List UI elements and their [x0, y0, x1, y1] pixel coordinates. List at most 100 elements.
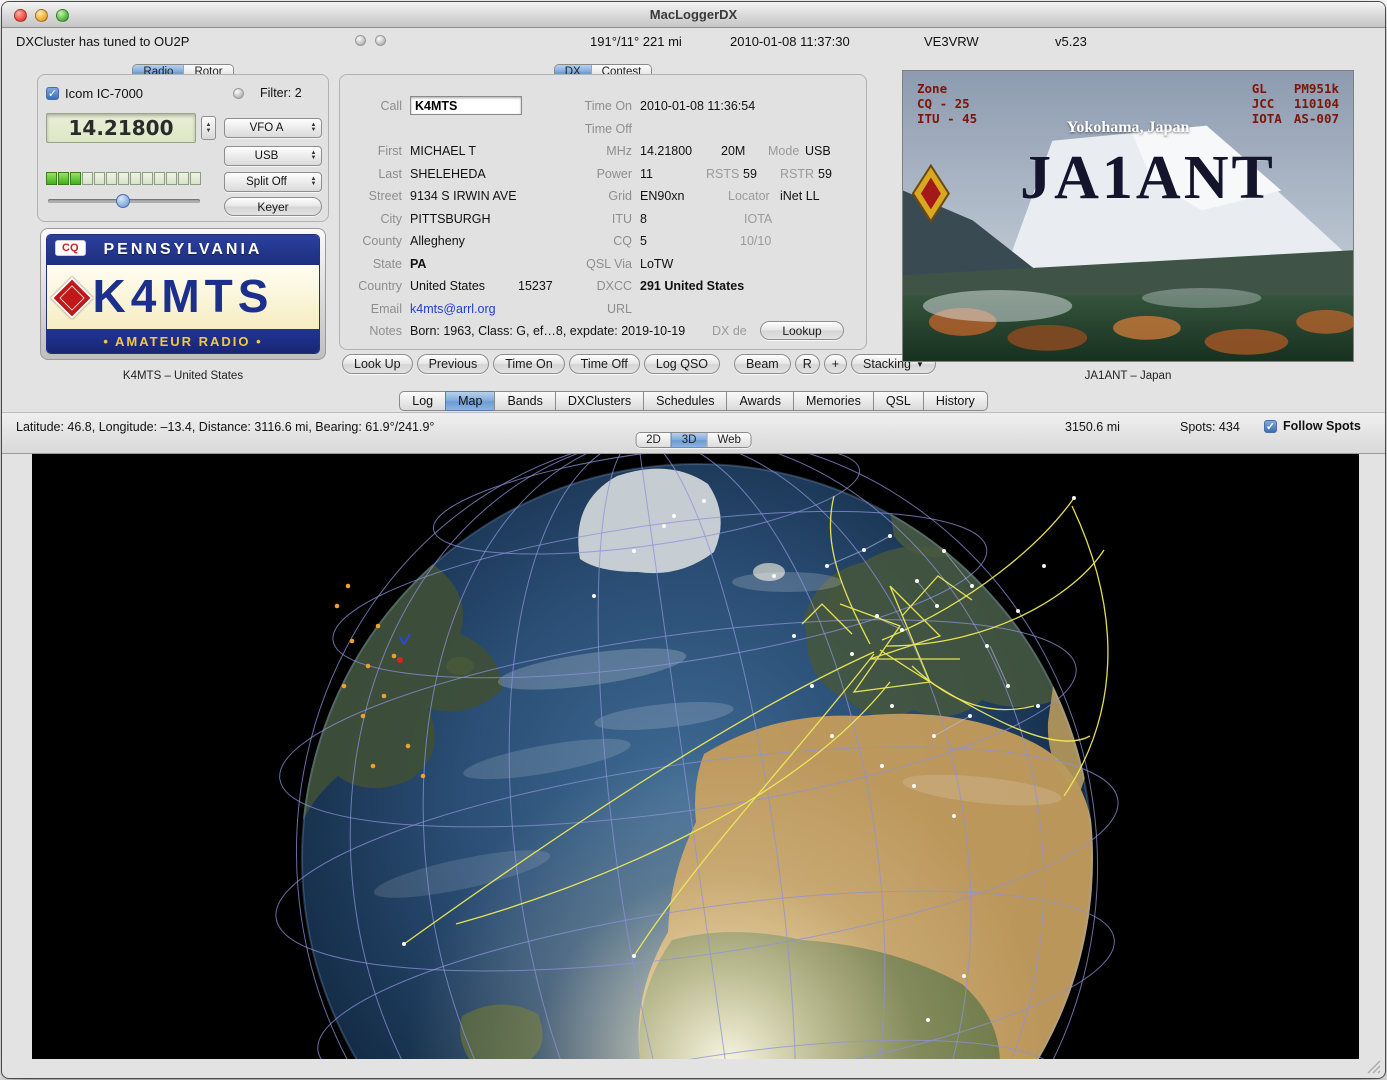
- mhz-label: MHz: [550, 140, 632, 162]
- tab-bands[interactable]: Bands: [494, 391, 555, 411]
- country-value: United States: [410, 275, 485, 297]
- email-label: Email: [344, 298, 402, 320]
- station-callsign: VE3VRW: [924, 34, 979, 49]
- grid-value: EN90xn: [640, 185, 684, 207]
- notes-label: Notes: [344, 320, 402, 342]
- last-label: Last: [344, 163, 402, 185]
- country-label: Country: [344, 275, 402, 297]
- spots-count: Spots: 434: [1180, 420, 1240, 434]
- s-meter: [46, 172, 201, 185]
- globe-3d-map[interactable]: [32, 454, 1359, 1059]
- qsl-cq-zone: CQ - 25: [917, 96, 977, 111]
- state-value: PA: [410, 253, 426, 275]
- row-notes: Notes Born: 1963, Class: G, ef…8, expdat…: [340, 320, 866, 343]
- follow-spots-label: Follow Spots: [1283, 419, 1361, 433]
- map-distance: 3150.6 mi: [1065, 420, 1120, 434]
- qsl-card-image: Zone CQ - 25 ITU - 45 GLPM951k JCC110104…: [902, 70, 1354, 362]
- tab-map[interactable]: Map: [445, 391, 495, 411]
- resize-grip[interactable]: [1367, 1060, 1381, 1074]
- popup-arrows-icon: ▲▼: [308, 151, 321, 161]
- rig-status-led: [233, 88, 244, 99]
- city-label: City: [344, 208, 402, 230]
- qsl-via-value: LoTW: [640, 253, 673, 275]
- row-city-itu: City PITTSBURGH ITU 8 IOTA: [340, 208, 866, 231]
- split-select[interactable]: Split Off ▲▼: [224, 172, 322, 192]
- frequency-stepper[interactable]: ▲▼: [201, 116, 216, 140]
- rig-enabled-checkbox[interactable]: ✓: [46, 87, 59, 100]
- dx-action-buttons: Look Up Previous Time On Time Off Log QS…: [342, 354, 936, 374]
- beam-button[interactable]: Beam: [734, 354, 791, 374]
- plate-bottom-text: • AMATEUR RADIO •: [47, 329, 319, 354]
- tab-history[interactable]: History: [923, 391, 988, 411]
- tab-web[interactable]: Web: [706, 433, 750, 447]
- follow-spots-checkbox[interactable]: ✓: [1264, 420, 1277, 433]
- qsl-callsign: JA1ANT: [943, 143, 1353, 214]
- home-station-marker: [397, 657, 403, 663]
- window-title: MacLoggerDX: [2, 7, 1385, 22]
- previous-button[interactable]: Previous: [417, 354, 490, 374]
- time-off-button[interactable]: Time Off: [569, 354, 640, 374]
- time-on-button[interactable]: Time On: [493, 354, 564, 374]
- dx-de-label: DX de: [712, 320, 747, 342]
- power-value: 11: [640, 163, 653, 185]
- mode-label: Mode: [768, 140, 799, 162]
- band-value: 20M: [721, 140, 745, 162]
- dxcluster-status: DXCluster has tuned to OU2P: [16, 34, 189, 49]
- time-on-value: 2010-01-08 11:36:54: [640, 95, 755, 117]
- qsl-location: Yokohama, Japan: [903, 119, 1353, 137]
- lookup-inline-button[interactable]: Lookup: [760, 321, 844, 340]
- slider-thumb[interactable]: [116, 194, 130, 208]
- tab-2d[interactable]: 2D: [636, 433, 671, 447]
- rotor-button[interactable]: R: [795, 354, 820, 374]
- tab-3d[interactable]: 3D: [671, 433, 707, 447]
- qsl-via-label: QSL Via: [550, 253, 632, 275]
- rstr-value: 59: [818, 163, 832, 185]
- state-label: State: [344, 253, 402, 275]
- rsts-value: 59: [743, 163, 757, 185]
- time-on-label: Time On: [550, 95, 632, 117]
- last-value: SHELEHEDA: [410, 163, 486, 185]
- rig-name-label: Icom IC-7000: [65, 86, 143, 101]
- add-button[interactable]: +: [824, 354, 847, 374]
- look-up-button[interactable]: Look Up: [342, 354, 413, 374]
- row-country-dxcc: Country United States 15237 DXCC 291 Uni…: [340, 275, 866, 298]
- tab-dxclusters[interactable]: DXClusters: [555, 391, 644, 411]
- popup-arrows-icon: ▲▼: [308, 177, 321, 187]
- county-value: Allegheny: [410, 230, 465, 252]
- title-bar[interactable]: MacLoggerDX: [2, 2, 1385, 28]
- log-qso-button[interactable]: Log QSO: [644, 354, 720, 374]
- status-row: DXCluster has tuned to OU2P 191°/11° 221…: [2, 30, 1385, 54]
- status-led-1: [355, 34, 366, 49]
- tab-awards[interactable]: Awards: [726, 391, 793, 411]
- qsl-zone-label: Zone: [917, 81, 977, 96]
- locator-value: iNet LL: [780, 185, 820, 207]
- cq-value: 5: [640, 230, 647, 252]
- ten-ten-value: 10/10: [740, 230, 771, 252]
- row-last-power: Last SHELEHEDA Power 11 RSTS 59 RSTR 59: [340, 163, 866, 186]
- email-link[interactable]: k4mts@arrl.org: [410, 298, 496, 320]
- mode-select[interactable]: USB ▲▼: [224, 146, 322, 166]
- notes-value: Born: 1963, Class: G, ef…8, expdate: 201…: [410, 320, 685, 342]
- row-email-url: Email k4mts@arrl.org URL: [340, 298, 866, 321]
- row-time-off: Time Off: [340, 118, 866, 141]
- tab-memories[interactable]: Memories: [793, 391, 874, 411]
- level-slider[interactable]: [48, 199, 200, 203]
- map-coordinates-text: Latitude: 46.8, Longitude: –13.4, Distan…: [16, 420, 434, 434]
- iota-label: IOTA: [744, 208, 772, 230]
- tab-log[interactable]: Log: [399, 391, 446, 411]
- qsl-caption: JA1ANT – Japan: [902, 370, 1354, 382]
- bearing-info: 191°/11° 221 mi: [590, 34, 682, 49]
- first-value: MICHAEL T: [410, 140, 476, 162]
- tab-qsl[interactable]: QSL: [873, 391, 924, 411]
- plate-cq-badge: CQ: [55, 240, 86, 256]
- call-input[interactable]: [410, 96, 522, 115]
- keyer-button[interactable]: Keyer: [224, 197, 322, 216]
- status-led-2: [375, 34, 386, 49]
- vfo-select[interactable]: VFO A ▲▼: [224, 118, 322, 138]
- row-county-cq: County Allegheny CQ 5 10/10: [340, 230, 866, 253]
- first-label: First: [344, 140, 402, 162]
- tab-schedules[interactable]: Schedules: [643, 391, 727, 411]
- rstr-label: RSTR: [780, 163, 814, 185]
- dx-panel: Call Time On 2010-01-08 11:36:54 Time Of…: [339, 74, 867, 350]
- time-off-label: Time Off: [550, 118, 632, 140]
